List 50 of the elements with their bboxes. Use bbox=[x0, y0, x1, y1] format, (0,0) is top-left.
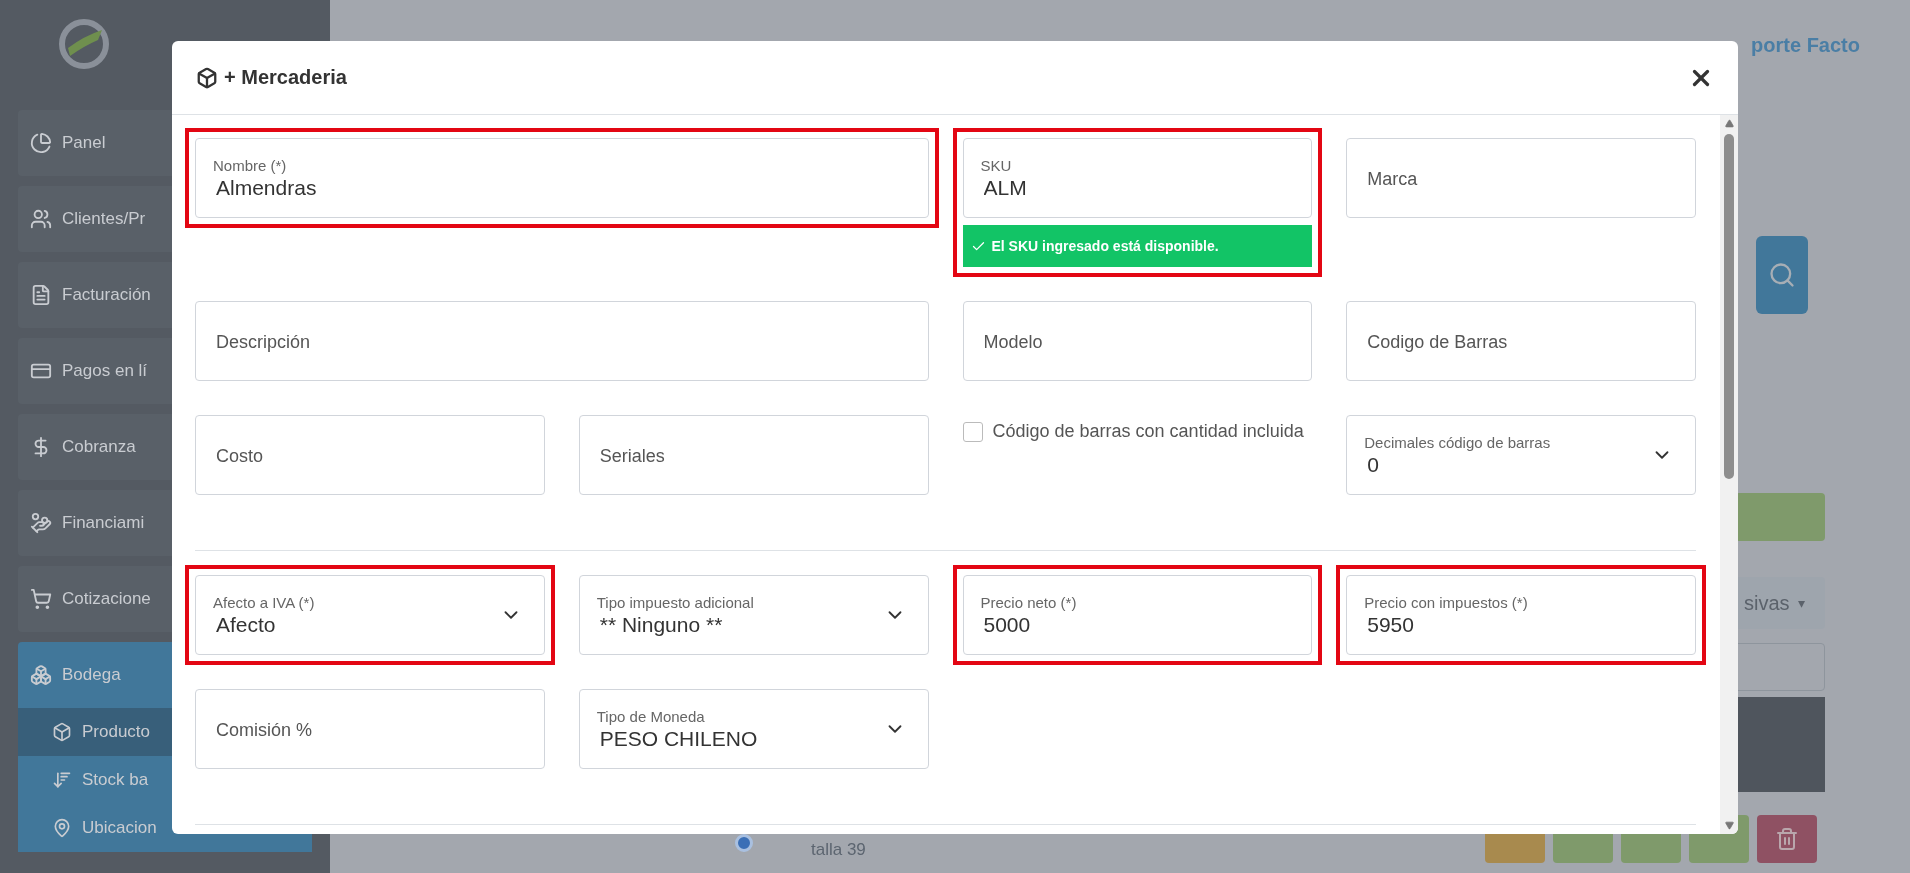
menu-item-icon bbox=[30, 664, 52, 686]
menu-item-icon bbox=[30, 588, 52, 610]
availability-message: El SKU ingresado está disponible. bbox=[962, 225, 1313, 267]
field-value[interactable]: Marca bbox=[1364, 166, 1645, 190]
text-field[interactable]: Codigo de Barras bbox=[1346, 301, 1696, 381]
text-field[interactable]: Descripción bbox=[195, 301, 929, 381]
field-value[interactable]: 5950 bbox=[1364, 612, 1645, 637]
dialog-title: + Mercaderia bbox=[224, 66, 347, 89]
field-value[interactable]: Codigo de Barras bbox=[1364, 329, 1645, 353]
menu-item-icon bbox=[52, 722, 72, 742]
scrollbar[interactable] bbox=[1720, 115, 1738, 834]
checkbox-label: Código de barras con cantidad incluida bbox=[992, 420, 1304, 443]
menu-item-icon bbox=[30, 132, 52, 154]
field-value[interactable]: ** Ninguno ** bbox=[596, 612, 878, 637]
text-field[interactable]: SKU ALM bbox=[962, 138, 1313, 218]
select-field[interactable]: Tipo de Moneda PESO CHILENO bbox=[578, 689, 929, 769]
select-field[interactable]: Afecto a IVA (*) Afecto bbox=[195, 575, 545, 655]
checkbox[interactable] bbox=[962, 422, 983, 442]
field-value[interactable]: 5000 bbox=[980, 612, 1262, 637]
text-field[interactable]: Nombre (*) Almendras bbox=[195, 138, 929, 218]
action-bar[interactable] bbox=[1735, 493, 1825, 541]
row-text: talla 39 bbox=[811, 840, 867, 860]
text-field[interactable]: Marca bbox=[1346, 138, 1696, 218]
menu-item-icon bbox=[30, 208, 52, 230]
menu-item-icon bbox=[30, 512, 52, 534]
menu-item-icon bbox=[52, 770, 72, 790]
text-field[interactable]: Modelo bbox=[962, 301, 1313, 381]
text-field[interactable]: Costo bbox=[195, 415, 545, 495]
text-field[interactable]: Precio con impuestos (*) 5950 bbox=[1346, 575, 1696, 655]
field-value[interactable]: 0 bbox=[1364, 452, 1645, 477]
cube-icon bbox=[196, 66, 218, 89]
field-value[interactable]: PESO CHILENO bbox=[596, 726, 878, 751]
field-value[interactable]: Seriales bbox=[596, 443, 878, 467]
search-icon bbox=[1768, 261, 1796, 289]
field-value[interactable]: ALM bbox=[980, 175, 1262, 200]
text-field[interactable]: Precio neto (*) 5000 bbox=[962, 575, 1313, 655]
search-button[interactable] bbox=[1756, 236, 1808, 314]
delete-button[interactable] bbox=[1757, 815, 1817, 863]
scroll-up-icon[interactable] bbox=[1724, 119, 1734, 128]
select-field[interactable]: Tipo impuesto adicional ** Ninguno ** bbox=[578, 575, 929, 655]
menu-item-icon bbox=[30, 284, 52, 306]
trash-icon bbox=[1775, 827, 1799, 851]
text-field[interactable]: Seriales bbox=[578, 415, 929, 495]
radio-button[interactable] bbox=[735, 834, 753, 852]
field-value[interactable]: Modelo bbox=[980, 329, 1262, 353]
logo-icon bbox=[58, 18, 110, 70]
scroll-down-icon[interactable] bbox=[1724, 821, 1734, 830]
select-field[interactable]: Decimales código de barras 0 bbox=[1346, 415, 1696, 495]
menu-item-icon bbox=[52, 818, 72, 838]
text-field[interactable]: Comisión % bbox=[195, 689, 545, 769]
